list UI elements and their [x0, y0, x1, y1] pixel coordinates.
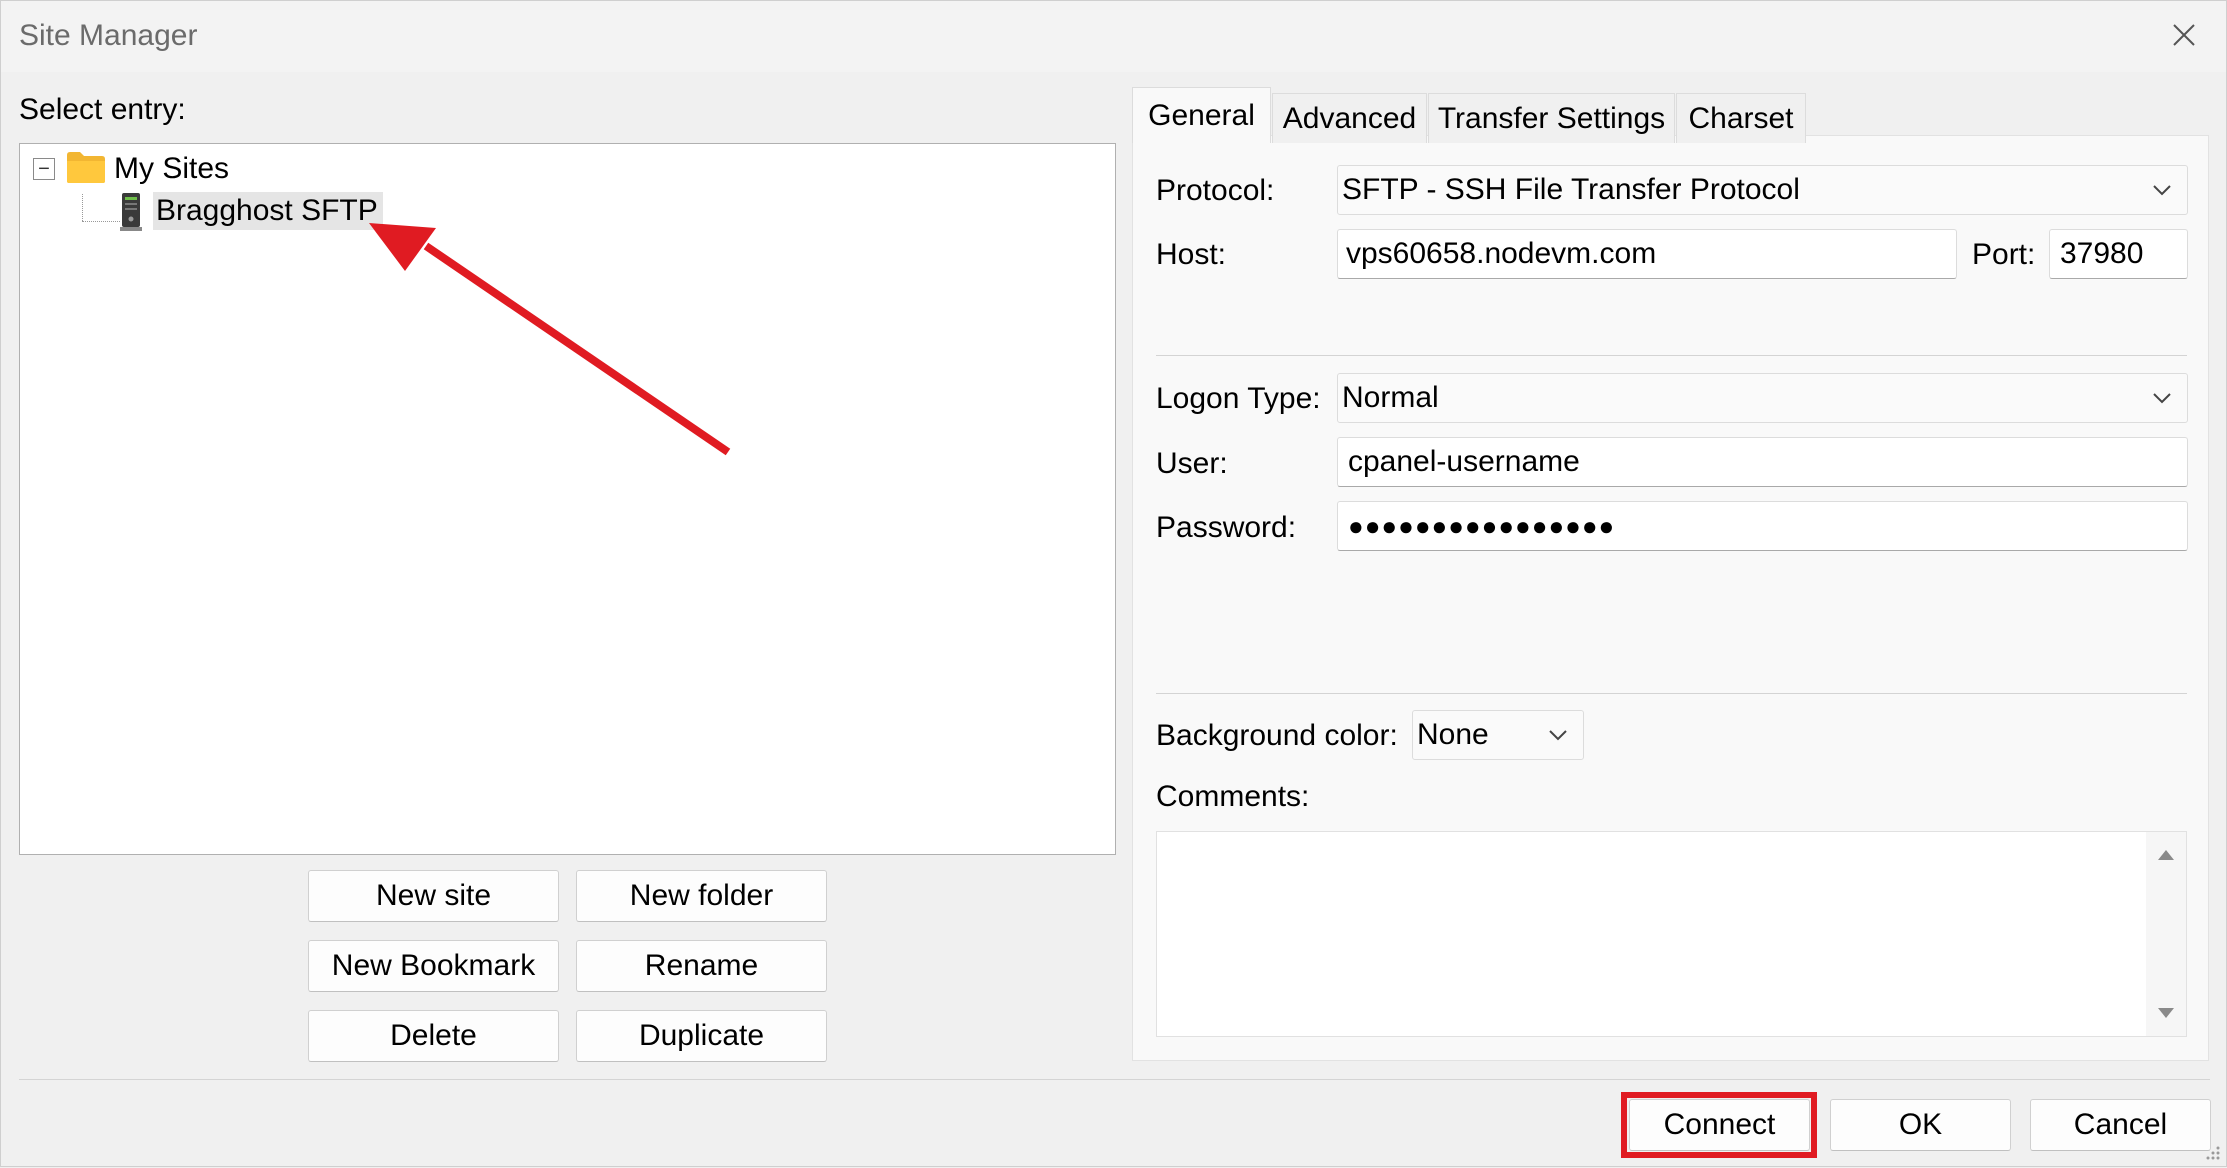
new-bookmark-button[interactable]: New Bookmark	[308, 940, 559, 992]
tab-transfer-settings[interactable]: Transfer Settings	[1428, 93, 1675, 143]
protocol-value: SFTP - SSH File Transfer Protocol	[1342, 173, 1800, 206]
logon-type-select[interactable]: Normal	[1337, 373, 2188, 423]
background-color-label: Background color:	[1156, 719, 1398, 752]
protocol-label: Protocol:	[1156, 174, 1275, 207]
resize-grip-icon[interactable]	[2202, 1142, 2222, 1162]
comments-label: Comments:	[1156, 780, 1310, 813]
chevron-down-icon	[2153, 185, 2171, 196]
chevron-down-icon	[2153, 393, 2171, 404]
logon-type-label: Logon Type:	[1156, 382, 1321, 415]
user-input[interactable]: cpanel-username	[1337, 437, 2188, 487]
background-color-value: None	[1417, 718, 1489, 751]
background-color-select[interactable]: None	[1412, 710, 1584, 760]
tree-line	[82, 194, 83, 221]
comments-textarea[interactable]	[1156, 831, 2187, 1037]
host-input[interactable]: vps60658.nodevm.com	[1337, 229, 1957, 279]
tree-expander-icon[interactable]: −	[33, 158, 55, 180]
tab-general[interactable]: General	[1132, 87, 1271, 143]
separator	[1156, 693, 2187, 694]
host-label: Host:	[1156, 238, 1227, 271]
tab-charset[interactable]: Charset	[1676, 93, 1806, 143]
folder-icon	[66, 150, 106, 184]
logon-type-value: Normal	[1342, 381, 1439, 414]
new-site-button[interactable]: New site	[308, 870, 559, 922]
user-label: User:	[1156, 447, 1228, 480]
chevron-down-icon	[1549, 730, 1567, 741]
tree-line	[82, 221, 120, 222]
window-title: Site Manager	[19, 19, 198, 52]
ok-button[interactable]: OK	[1830, 1099, 2011, 1151]
port-input[interactable]: 37980	[2049, 229, 2188, 279]
delete-button[interactable]: Delete	[308, 1010, 559, 1062]
comments-scrollbar[interactable]	[2146, 832, 2186, 1036]
scroll-down-arrow-icon[interactable]	[2146, 998, 2186, 1028]
new-folder-button[interactable]: New folder	[576, 870, 827, 922]
tree-item-bragghost-sftp[interactable]: Bragghost SFTP	[153, 192, 383, 230]
footer-separator	[19, 1079, 2210, 1080]
server-icon	[118, 192, 144, 232]
connect-button[interactable]: Connect	[1629, 1099, 1810, 1151]
scroll-up-arrow-icon[interactable]	[2146, 840, 2186, 870]
cancel-button[interactable]: Cancel	[2030, 1099, 2211, 1151]
close-icon[interactable]	[2164, 15, 2204, 55]
tab-advanced[interactable]: Advanced	[1272, 93, 1427, 143]
password-input[interactable]: ●●●●●●●●●●●●●●●●	[1337, 501, 2188, 551]
site-tree[interactable]: − My Sites Bragghost SFTP	[19, 143, 1116, 855]
tree-item-my-sites[interactable]: My Sites	[114, 150, 229, 188]
site-manager-window: Site Manager Select entry: − My Sites Br…	[0, 0, 2227, 1167]
password-label: Password:	[1156, 511, 1297, 544]
site-label: Bragghost SFTP	[156, 194, 378, 227]
protocol-select[interactable]: SFTP - SSH File Transfer Protocol	[1337, 165, 2188, 215]
duplicate-button[interactable]: Duplicate	[576, 1010, 827, 1062]
rename-button[interactable]: Rename	[576, 940, 827, 992]
select-entry-label: Select entry:	[19, 93, 186, 126]
expander-glyph: −	[38, 158, 50, 180]
port-label: Port:	[1972, 238, 2036, 271]
my-sites-label: My Sites	[114, 152, 230, 185]
title-bar: Site Manager	[1, 1, 2226, 72]
separator	[1156, 355, 2187, 356]
